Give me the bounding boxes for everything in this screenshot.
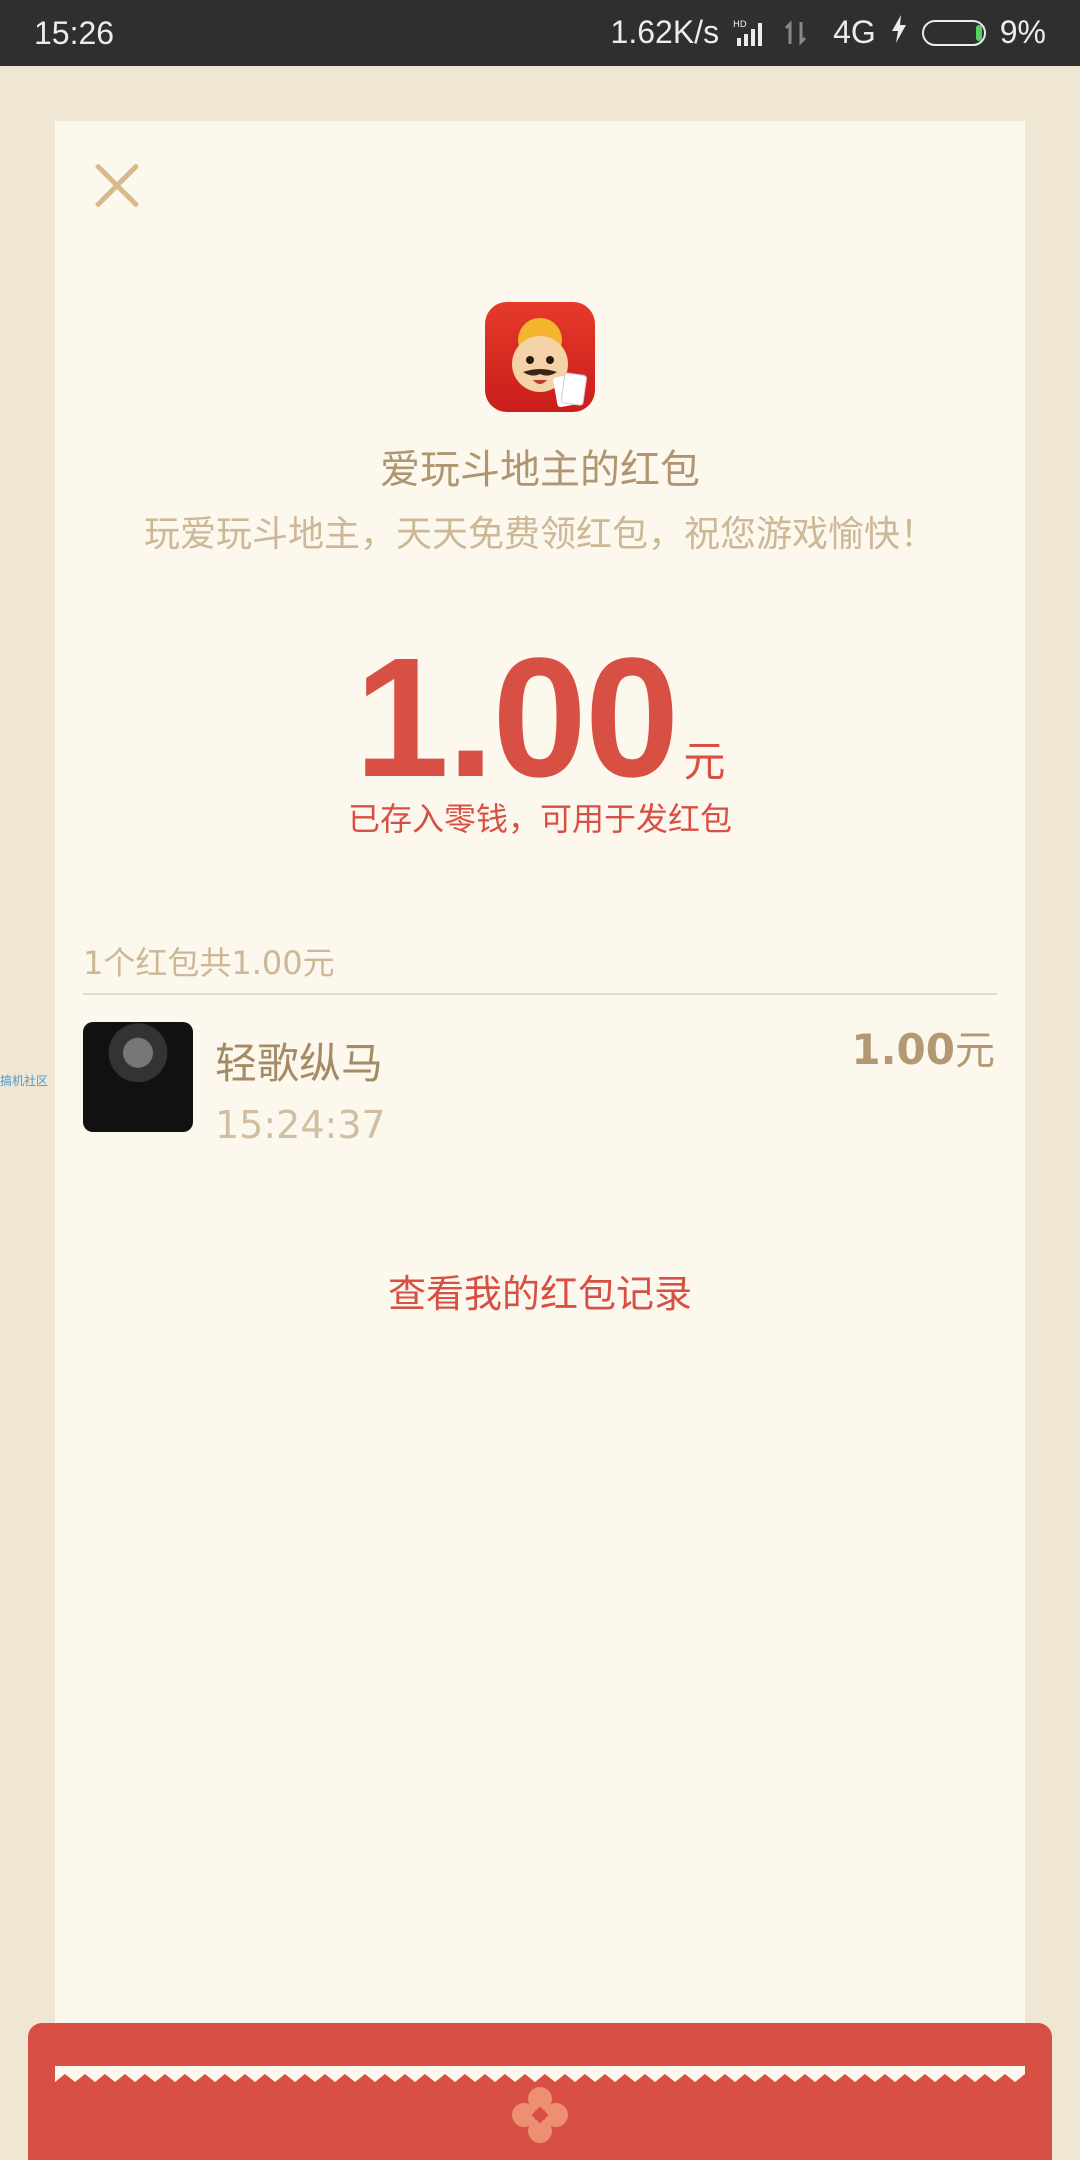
battery-percent: 9% [999,14,1046,50]
wishing-text: 玩爱玩斗地主，天天免费领红包，祝您游戏愉快！ [143,514,936,555]
row-amount-unit: 元 [955,1028,995,1074]
app-icon [485,302,595,412]
row-amount: 1.00元 [851,1018,995,1076]
amount-unit: 元 [683,737,726,786]
signal-icon: HD [733,18,769,48]
flower-icon [512,2087,568,2143]
red-packet-detail-sheet [55,121,1025,2081]
side-watermark-label: 搞机社区 [0,1074,49,1088]
battery-icon [921,19,986,46]
packet-summary: 1个红包共1.00元 [83,944,335,982]
view-records-link[interactable]: 查看我的红包记录 [0,1263,1080,1318]
charging-icon [890,14,908,51]
hd-label: HD [733,20,747,30]
network-speed: 1.62K/s [610,14,720,50]
saved-note: 已存入零钱，可用于发红包 [347,800,732,838]
status-bar: 15:26 1.62K/s HD 4G 9% [0,0,1080,66]
divider [83,993,997,995]
amount-value: 1.00 [354,623,680,813]
close-icon[interactable] [92,160,142,210]
amount-display: 1.00 元 [0,620,1080,816]
sender-title: 爱玩斗地主的红包 [380,447,700,493]
zigzag-edge [55,2066,1025,2082]
row-amount-value: 1.00 [851,1025,955,1074]
receive-time: 15:24:37 [215,1103,386,1147]
receiver-name: 轻歌纵马 [215,1039,384,1088]
network-type: 4G [833,14,876,50]
status-icons: 1.62K/s HD 4G 9% [611,14,1046,51]
data-arrows-icon [783,18,819,48]
status-time: 15:26 [34,15,115,51]
avatar[interactable] [83,1022,193,1132]
